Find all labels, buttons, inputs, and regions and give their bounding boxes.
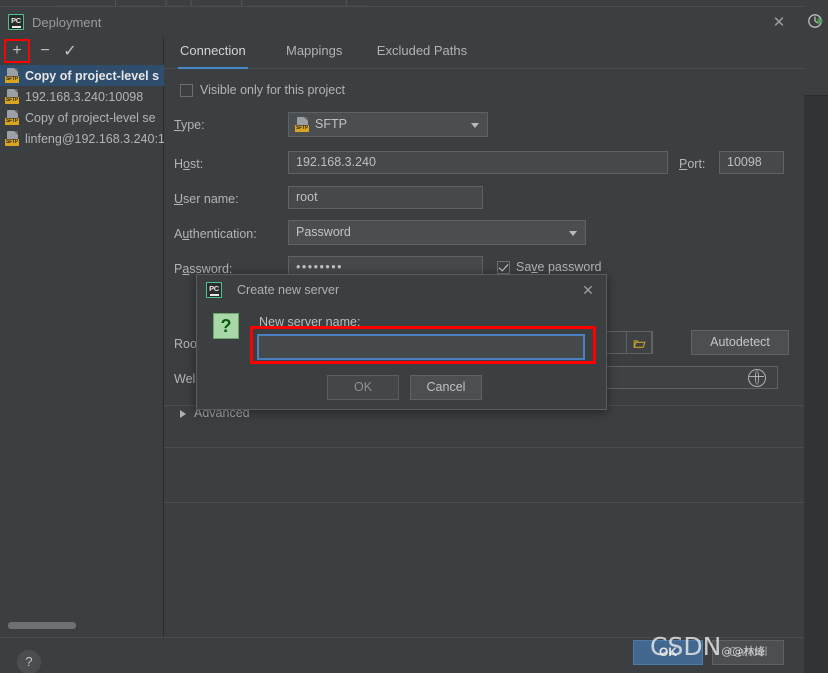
cancel-button[interactable]: Cancel — [712, 640, 784, 665]
server-list-pane: + − ✓ SFTP Copy of project-level s SFTP 192… — [0, 37, 164, 637]
new-server-name-input[interactable] — [257, 334, 585, 360]
tab-excluded-paths[interactable]: Excluded Paths — [375, 43, 469, 67]
username-label: User name: — [174, 192, 239, 206]
authentication-label: Authentication: — [174, 227, 257, 241]
ide-right-toolbar — [804, 0, 828, 673]
question-mark-icon: ? — [213, 313, 239, 339]
create-new-server-dialog: PC Create new server ✕ ? New server name… — [196, 274, 607, 410]
type-combo[interactable]: SFTP SFTP — [288, 112, 488, 137]
port-label: Port: — [679, 157, 706, 171]
authentication-combo[interactable]: Password — [288, 220, 586, 245]
new-server-name-label: New server name: — [259, 315, 361, 329]
type-label: Type: — [174, 118, 205, 132]
open-in-browser-icon[interactable] — [748, 369, 766, 387]
sftp-icon: SFTP — [5, 89, 20, 104]
visible-only-checkbox[interactable] — [180, 84, 193, 97]
list-item[interactable]: SFTP Copy of project-level s — [0, 65, 164, 86]
authentication-value: Password — [296, 225, 351, 239]
tab-bar[interactable]: Connection Mappings Excluded Paths — [164, 37, 804, 69]
sftp-icon: SFTP — [5, 131, 20, 146]
type-value: SFTP — [315, 117, 347, 131]
ok-button[interactable]: OK — [633, 640, 703, 665]
add-server-button[interactable]: + — [4, 39, 30, 63]
chevron-right-icon — [180, 410, 186, 418]
modal-ok-button[interactable]: OK — [327, 375, 399, 400]
list-item[interactable]: SFTP 192.168.3.240:10098 — [0, 86, 164, 107]
host-input[interactable]: 192.168.3.240 — [288, 151, 668, 174]
list-item-label: 192.168.3.240:10098 — [25, 89, 144, 104]
root-path-label: Roo — [174, 337, 197, 351]
divider — [164, 447, 804, 448]
run-with-timer-icon[interactable] — [807, 12, 825, 30]
screen: _ _ _ _ _ | _ _ _ _ |_ _ | _ _ _ _ | _ _… — [0, 0, 828, 673]
username-input[interactable]: root — [288, 186, 483, 209]
server-list[interactable]: SFTP Copy of project-level s SFTP 192.168.3… — [0, 65, 164, 637]
modal-cancel-button[interactable]: Cancel — [410, 375, 482, 400]
server-list-toolbar: + − ✓ — [0, 37, 164, 65]
sftp-icon: SFTP — [5, 110, 20, 125]
tab-mappings[interactable]: Mappings — [284, 43, 344, 67]
sftp-icon: SFTP — [295, 117, 310, 132]
modal-close-icon[interactable]: ✕ — [578, 280, 598, 300]
save-password-checkbox[interactable] — [497, 261, 510, 274]
horizontal-scrollbar[interactable] — [8, 622, 76, 629]
sftp-icon: SFTP — [5, 68, 20, 83]
autodetect-button[interactable]: Autodetect — [691, 330, 789, 355]
pycharm-logo-icon: PC — [8, 14, 24, 30]
visible-only-label[interactable]: Visible only for this project — [200, 83, 345, 97]
pycharm-logo-icon: PC — [206, 282, 222, 298]
close-icon[interactable]: ✕ — [768, 12, 790, 34]
save-password-label[interactable]: Save password — [516, 260, 601, 274]
list-item-label: linfeng@192.168.3.240:1 — [25, 131, 164, 146]
chevron-down-icon — [569, 231, 577, 236]
dialog-titlebar: PC Deployment ✕ — [0, 7, 804, 37]
help-button[interactable]: ? — [17, 650, 41, 673]
divider — [164, 502, 804, 503]
host-label: Host: — [174, 157, 204, 171]
folder-icon — [633, 340, 646, 348]
remove-server-button[interactable]: − — [34, 40, 56, 62]
chevron-down-icon — [471, 123, 479, 128]
set-default-server-button[interactable]: ✓ — [59, 40, 81, 62]
list-item-label: Copy of project-level se — [25, 110, 156, 125]
list-item-label: Copy of project-level s — [25, 68, 160, 83]
web-path-label: Wel — [174, 372, 196, 386]
dialog-title: Deployment — [32, 15, 102, 30]
list-item[interactable]: SFTP linfeng@192.168.3.240:1 — [0, 128, 164, 149]
port-input[interactable]: 10098 — [719, 151, 784, 174]
list-item[interactable]: SFTP Copy of project-level se — [0, 107, 164, 128]
modal-title: Create new server — [237, 283, 340, 297]
browse-root-path-button[interactable] — [626, 331, 652, 354]
tab-connection[interactable]: Connection — [178, 43, 248, 69]
